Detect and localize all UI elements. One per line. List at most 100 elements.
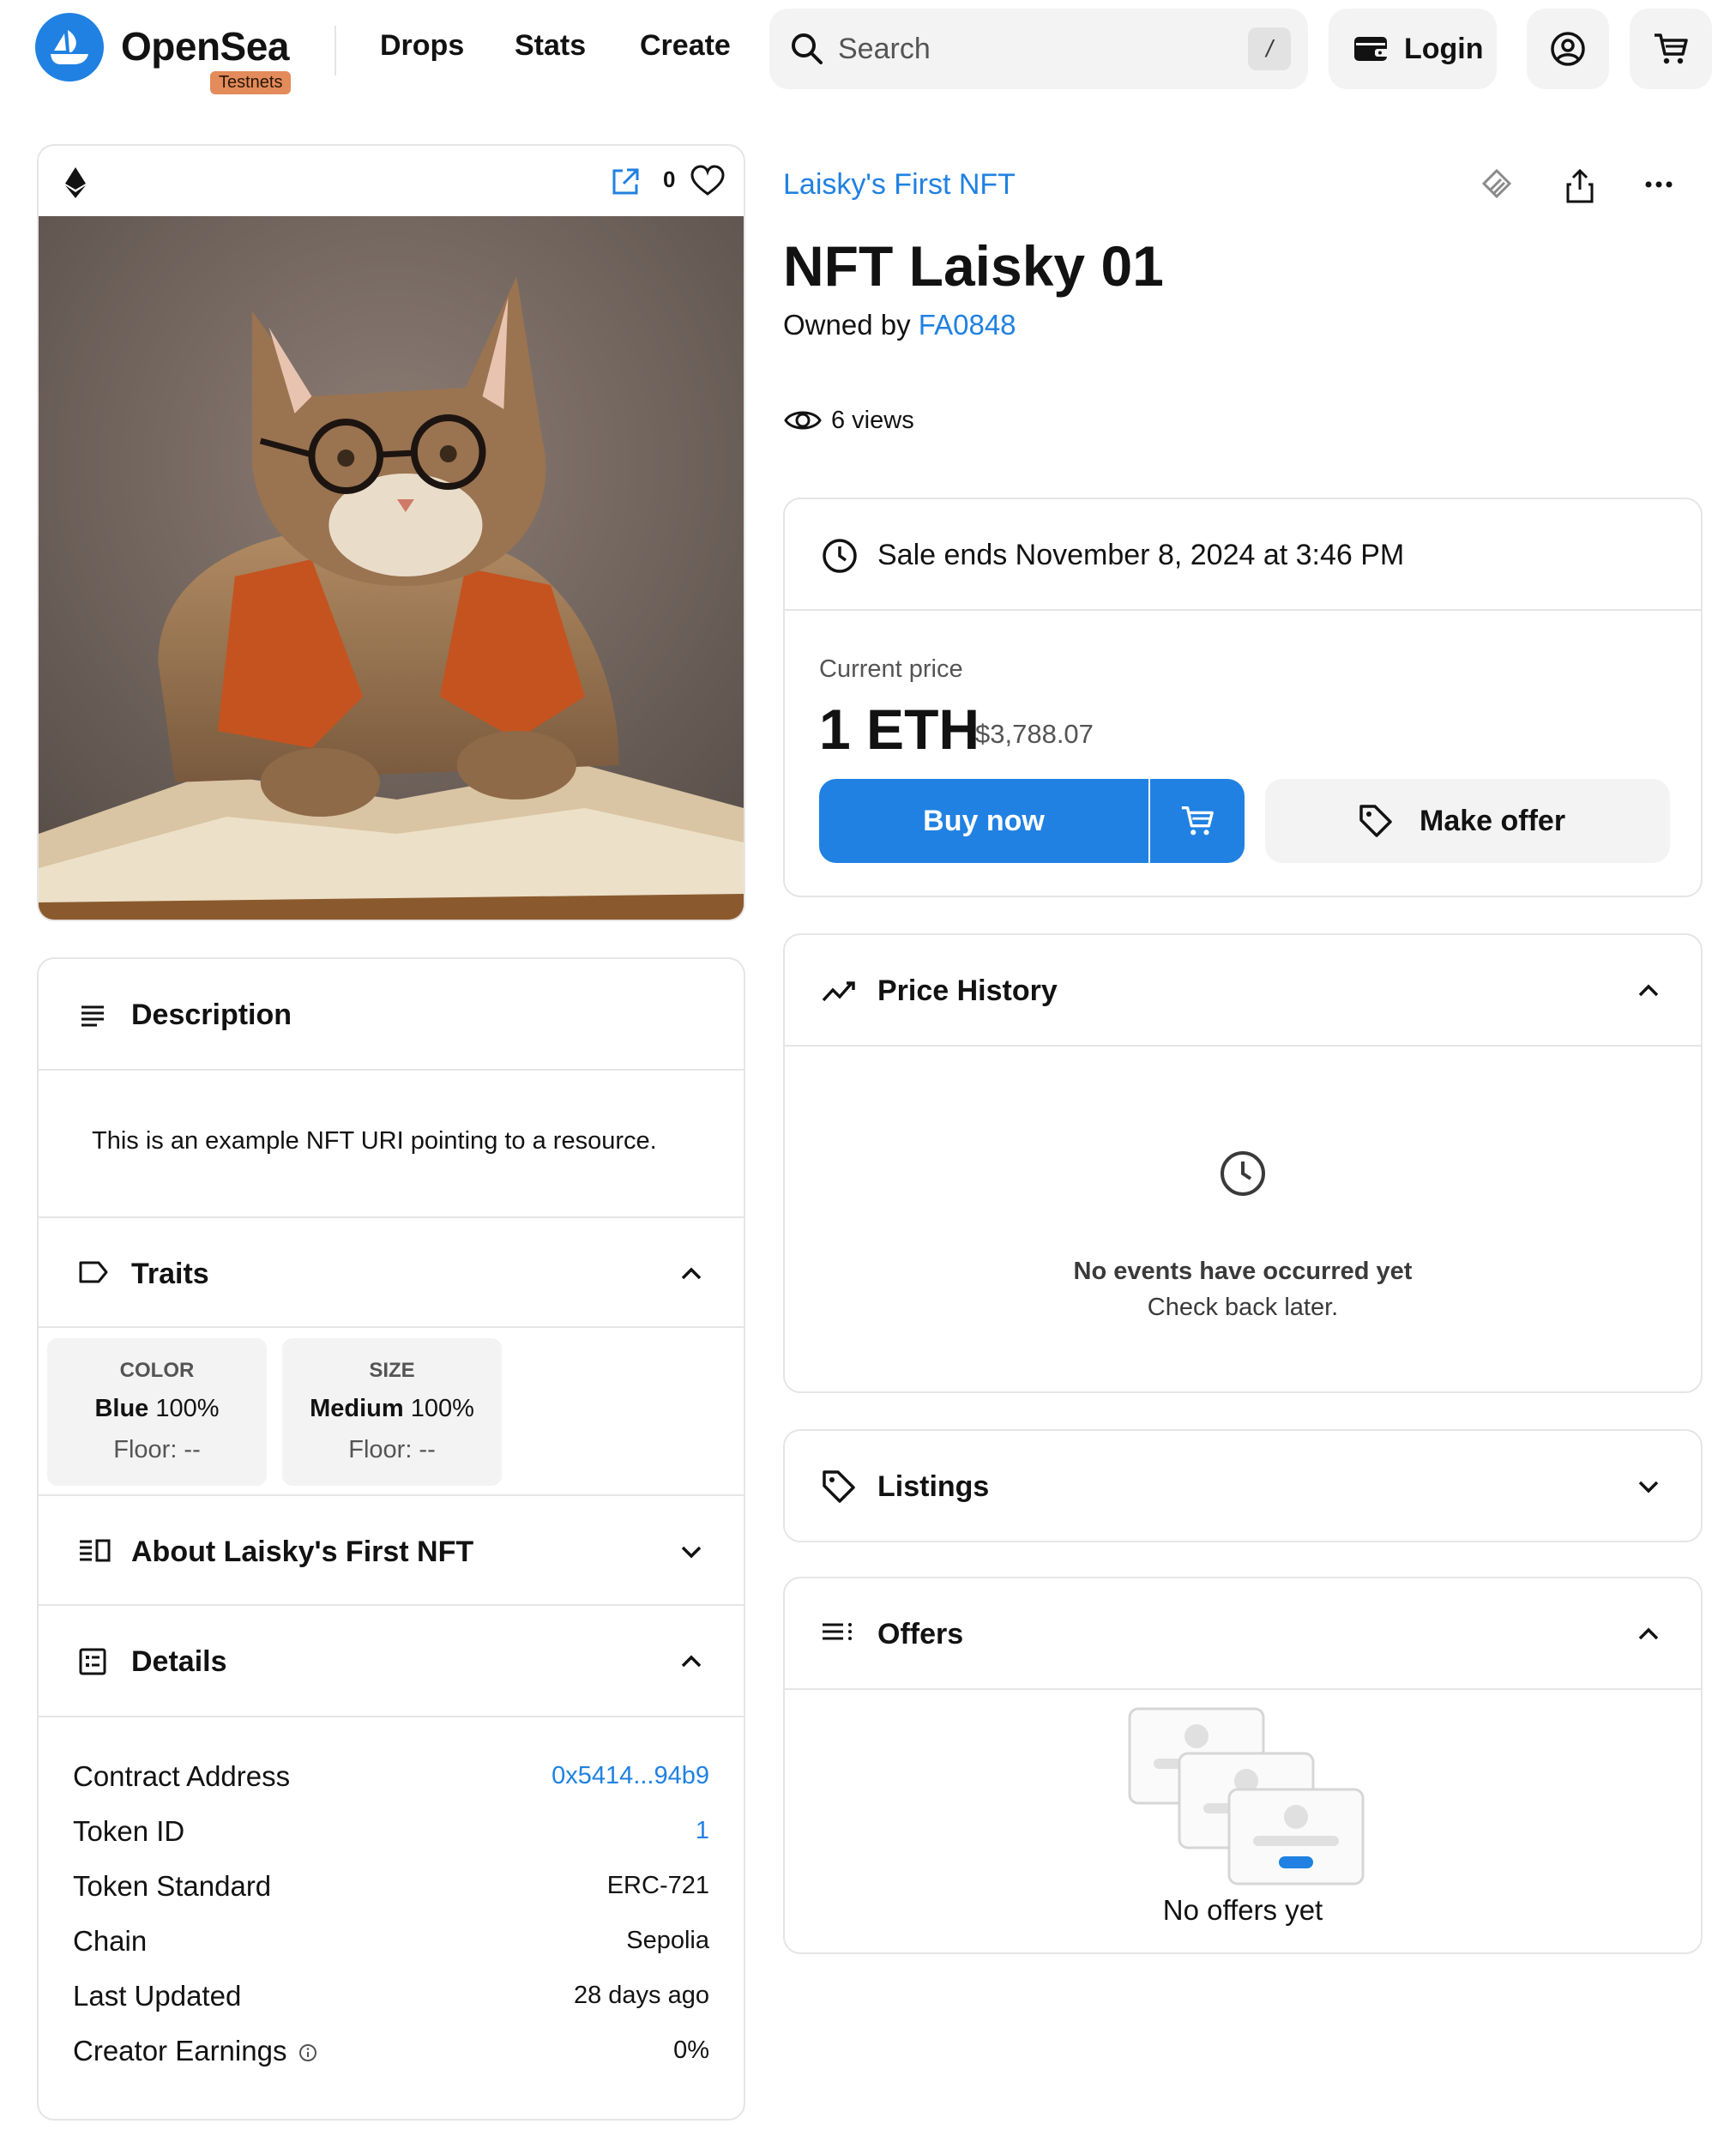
make-offer-label: Make offer: [1420, 805, 1566, 837]
detail-label: Contract Address: [73, 1760, 291, 1792]
cart-icon: [1181, 806, 1214, 836]
trait-percent: 100%: [155, 1395, 220, 1422]
info-icon[interactable]: [298, 2043, 317, 2062]
description-text: This is an example NFT URI pointing to a…: [92, 1127, 657, 1155]
detail-value: ERC-721: [606, 1872, 709, 1899]
no-events-title: No events have occurred yet: [1073, 1258, 1413, 1285]
views-label: 6 views: [831, 407, 914, 434]
opensea-logo[interactable]: OpenSea Testnets: [35, 13, 310, 99]
nav-link-stats[interactable]: Stats: [515, 29, 586, 63]
search-input[interactable]: Search: [838, 33, 931, 66]
detail-value: 0%: [673, 2036, 709, 2064]
no-events-subtitle: Check back later.: [1147, 1294, 1339, 1321]
detail-row-chain: Chain Sepolia: [73, 1925, 709, 1968]
detail-label: Token ID: [73, 1815, 185, 1847]
detail-label: Last Updated: [73, 1980, 242, 2012]
favorites-count: 0: [663, 166, 676, 192]
tag-icon: [79, 1261, 108, 1283]
profile-button[interactable]: [1527, 9, 1609, 89]
detail-row-updated: Last Updated 28 days ago: [73, 1980, 709, 2023]
about-header[interactable]: About Laisky's First NFT: [39, 1494, 744, 1606]
about-collection-icon: [80, 1539, 111, 1562]
media-header: 0: [39, 146, 744, 216]
contract-address-link[interactable]: 0x5414...94b9: [552, 1762, 709, 1790]
listings-header[interactable]: Listings: [785, 1431, 1701, 1541]
empty-offers-illustration: [1128, 1707, 1365, 1886]
offers-header[interactable]: Offers: [785, 1578, 1701, 1690]
chevron-down-icon[interactable]: [1636, 1474, 1661, 1499]
share-icon[interactable]: [1563, 167, 1597, 205]
trait-card[interactable]: SIZE Medium 100% Floor: --: [282, 1338, 502, 1486]
nav-divider: [335, 26, 336, 75]
sale-panel: Sale ends November 8, 2024 at 3:46 PM Cu…: [783, 498, 1703, 897]
price-eth: 1 ETH: [819, 697, 980, 761]
clock-icon: [1221, 1151, 1265, 1196]
testnets-badge: Testnets: [210, 71, 292, 94]
cart-icon: [1655, 33, 1688, 64]
login-button[interactable]: Login: [1329, 9, 1497, 89]
price-history-header[interactable]: Price History: [785, 935, 1701, 1047]
search-icon: [792, 33, 823, 64]
detail-row-token-id: Token ID 1: [73, 1815, 709, 1858]
media-card: 0: [37, 144, 745, 921]
collection-link[interactable]: Laisky's First NFT: [783, 168, 1016, 202]
make-offer-button[interactable]: Make offer: [1265, 779, 1670, 863]
add-to-cart-button[interactable]: [1150, 779, 1245, 863]
more-icon[interactable]: [1642, 172, 1676, 197]
nav-link-drops[interactable]: Drops: [380, 29, 464, 63]
trait-card[interactable]: COLOR Blue 100% Floor: --: [47, 1338, 267, 1486]
description-title: Description: [131, 999, 292, 1031]
search-bar[interactable]: Search /: [769, 9, 1308, 89]
description-header[interactable]: Description: [39, 959, 744, 1071]
owned-by-prefix: Owned by: [783, 309, 911, 341]
creator-earnings-label: Creator Earnings: [73, 2035, 287, 2067]
trait-value: Medium: [310, 1395, 404, 1422]
clock-icon: [823, 539, 857, 573]
nft-image[interactable]: [39, 216, 744, 921]
chevron-up-icon[interactable]: [1636, 978, 1661, 1004]
detail-value: Sepolia: [626, 1927, 709, 1954]
search-shortcut-key: /: [1248, 27, 1291, 70]
detail-value: 28 days ago: [573, 1982, 709, 2009]
external-link-icon[interactable]: [610, 166, 641, 197]
heart-icon[interactable]: [690, 165, 725, 197]
chevron-up-icon[interactable]: [678, 1649, 704, 1674]
token-id-link[interactable]: 1: [696, 1817, 709, 1845]
offers-title: Offers: [877, 1618, 964, 1650]
no-offers-text: No offers yet: [1162, 1894, 1323, 1926]
details-icon: [79, 1648, 106, 1675]
info-panel: Description This is an example NFT URI p…: [37, 957, 745, 2121]
sale-ends-text: Sale ends November 8, 2024 at 3:46 PM: [877, 539, 1405, 571]
chevron-down-icon[interactable]: [678, 1539, 704, 1565]
about-title: About Laisky's First NFT: [131, 1536, 474, 1568]
traits-header[interactable]: Traits: [39, 1216, 744, 1328]
details-header[interactable]: Details: [39, 1606, 744, 1717]
cart-button[interactable]: [1630, 9, 1712, 89]
ethereum-icon: [65, 167, 86, 198]
price-history-title: Price History: [877, 974, 1058, 1007]
detail-row-standard: Token Standard ERC-721: [73, 1870, 709, 1913]
trait-type: SIZE: [369, 1359, 415, 1382]
tag-icon: [823, 1470, 855, 1503]
page: OpenSea Testnets Drops Stats Create Sear…: [0, 0, 1736, 2136]
transfer-icon[interactable]: [1475, 167, 1518, 205]
description-icon: [81, 1005, 104, 1027]
listings-panel: Listings: [783, 1429, 1703, 1542]
detail-row-earnings: Creator Earnings 0%: [73, 2035, 709, 2078]
trait-floor: Floor: --: [348, 1436, 436, 1463]
current-price-label: Current price: [819, 655, 963, 683]
chevron-up-icon[interactable]: [1636, 1621, 1661, 1647]
price-usd: $3,788.07: [975, 719, 1094, 749]
chevron-up-icon[interactable]: [678, 1261, 704, 1287]
owner-link[interactable]: FA0848: [919, 309, 1016, 341]
trending-icon: [822, 981, 855, 1002]
trait-value: Blue: [94, 1395, 149, 1422]
wallet-icon: [1354, 37, 1390, 61]
detail-label: Creator Earnings: [73, 2035, 317, 2067]
buy-now-button[interactable]: Buy now: [819, 779, 1148, 863]
eye-icon: [784, 411, 822, 430]
detail-label: Chain: [73, 1925, 148, 1957]
traits-title: Traits: [131, 1258, 209, 1290]
nav-link-create[interactable]: Create: [640, 29, 731, 63]
nft-title: NFT Laisky 01: [783, 234, 1164, 298]
